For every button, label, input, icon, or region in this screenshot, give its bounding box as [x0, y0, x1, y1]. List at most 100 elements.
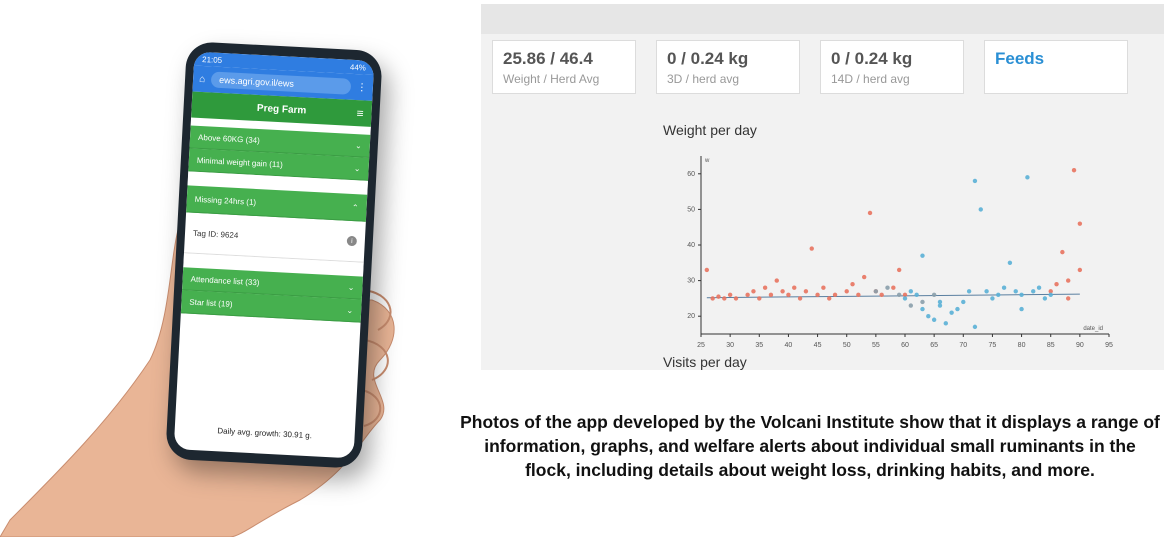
data-point	[972, 178, 978, 184]
more-menu-icon[interactable]: ⋮	[357, 82, 368, 94]
data-point	[1048, 292, 1053, 298]
y-axis-label: w	[704, 158, 710, 164]
data-point	[716, 294, 721, 299]
trend-line	[706, 293, 1080, 299]
data-point	[1019, 306, 1024, 312]
data-point	[1031, 289, 1036, 294]
x-tick-label: 85	[1047, 342, 1055, 349]
data-point	[920, 306, 925, 312]
y-tick-label: 40	[687, 242, 695, 249]
section-label: Attendance list (33)	[190, 274, 260, 287]
data-point	[722, 296, 727, 301]
weight-scatter-chart: 25 30 35 40 45 50 55 60 65 70 75 80 85 90 95 20 30 40 50 60…	[687, 156, 1113, 349]
data-point	[856, 292, 861, 298]
data-point	[978, 207, 983, 212]
dashboard-top-bar	[481, 4, 1164, 34]
card-value: 0 / 0.24 kg	[667, 49, 749, 68]
data-point	[809, 246, 814, 251]
stat-cards: 25.86 / 46.4 Weight / Herd Avg 0 / 0.24 …	[492, 40, 1128, 94]
y-tick-label: 20	[687, 313, 695, 320]
data-point	[949, 310, 954, 315]
chevron-down-icon: ⌄	[353, 163, 361, 173]
data-point	[762, 285, 768, 290]
x-tick-label: 60	[901, 342, 909, 349]
data-point	[931, 292, 937, 298]
info-icon[interactable]: i	[346, 235, 358, 247]
data-point	[1077, 221, 1083, 226]
data-point	[1066, 278, 1071, 283]
visits-title: Visits per day	[663, 354, 747, 370]
x-tick-label: 25	[697, 342, 705, 349]
x-tick-label: 40	[785, 342, 793, 349]
data-point	[937, 303, 943, 308]
data-point	[774, 278, 779, 283]
data-point	[1013, 289, 1018, 294]
x-tick-label: 35	[755, 342, 763, 349]
url-field[interactable]: ews.agri.gov.il/ews	[210, 71, 352, 95]
data-point	[873, 289, 879, 294]
data-point	[1042, 296, 1048, 301]
data-point	[1060, 249, 1065, 255]
data-point	[914, 292, 919, 298]
data-point	[862, 274, 867, 280]
data-point	[821, 285, 826, 290]
chevron-up-icon: ⌃	[351, 202, 359, 212]
feeds-link[interactable]: Feeds	[995, 49, 1117, 69]
y-tick-label: 30	[687, 278, 695, 285]
data-point	[792, 285, 797, 290]
data-point	[1001, 285, 1007, 290]
data-point	[832, 292, 838, 298]
x-tick-label: 50	[843, 342, 851, 349]
data-point	[955, 306, 960, 312]
daily-growth: Daily avg. growth: 30.91 g.	[217, 426, 313, 441]
tag-id: Tag ID: 9624	[192, 228, 239, 240]
data-point	[768, 292, 774, 298]
card-value: 0 / 0.24 kg	[831, 49, 913, 68]
section-label: Above 60KG (34)	[197, 132, 261, 145]
x-tick-label: 65	[930, 342, 938, 349]
data-point	[902, 296, 908, 301]
data-point	[966, 289, 972, 294]
data-point	[896, 267, 902, 273]
data-point	[896, 292, 902, 298]
data-point	[844, 289, 849, 294]
data-point	[1054, 281, 1059, 287]
data-point	[920, 299, 925, 305]
data-point	[751, 289, 756, 294]
caption: Photos of the app developed by the Volca…	[460, 412, 1160, 480]
data-point	[1077, 267, 1083, 273]
data-point	[908, 289, 914, 294]
hamburger-menu-icon[interactable]: ≡	[356, 106, 364, 120]
data-point	[908, 303, 914, 308]
card-feeds[interactable]: Feeds	[984, 40, 1128, 94]
x-tick-label: 90	[1076, 342, 1084, 349]
app-title: Preg Farm	[256, 102, 307, 116]
card-weight: 25.86 / 46.4 Weight / Herd Avg	[492, 40, 636, 94]
data-point	[961, 299, 966, 305]
data-point	[972, 324, 978, 330]
data-point	[815, 292, 820, 298]
card-label: Weight / Herd Avg	[503, 72, 600, 86]
section-label: Missing 24hrs (1)	[194, 194, 257, 207]
data-point	[727, 292, 733, 298]
x-tick-label: 70	[959, 342, 967, 349]
card-value: 25.86 / 46.4	[503, 49, 593, 68]
dashboard-screenshot: 25.86 / 46.4 Weight / Herd Avg 0 / 0.24 …	[481, 4, 1164, 370]
data-point	[1025, 175, 1030, 180]
data-point	[885, 285, 890, 290]
data-point	[891, 285, 896, 290]
data-point	[797, 296, 803, 301]
data-point	[984, 289, 989, 294]
y-tick-label: 60	[687, 171, 695, 178]
data-point	[710, 296, 715, 301]
home-icon[interactable]: ⌂	[199, 73, 206, 84]
data-point	[931, 317, 937, 322]
data-point	[803, 289, 809, 294]
data-point	[745, 292, 750, 298]
x-tick-label: 80	[1018, 342, 1026, 349]
data-point	[1036, 285, 1042, 290]
x-tick-label: 45	[814, 342, 822, 349]
card-label: 14D / herd avg	[831, 72, 910, 86]
data-point	[943, 321, 948, 326]
status-battery: 44%	[349, 62, 367, 73]
